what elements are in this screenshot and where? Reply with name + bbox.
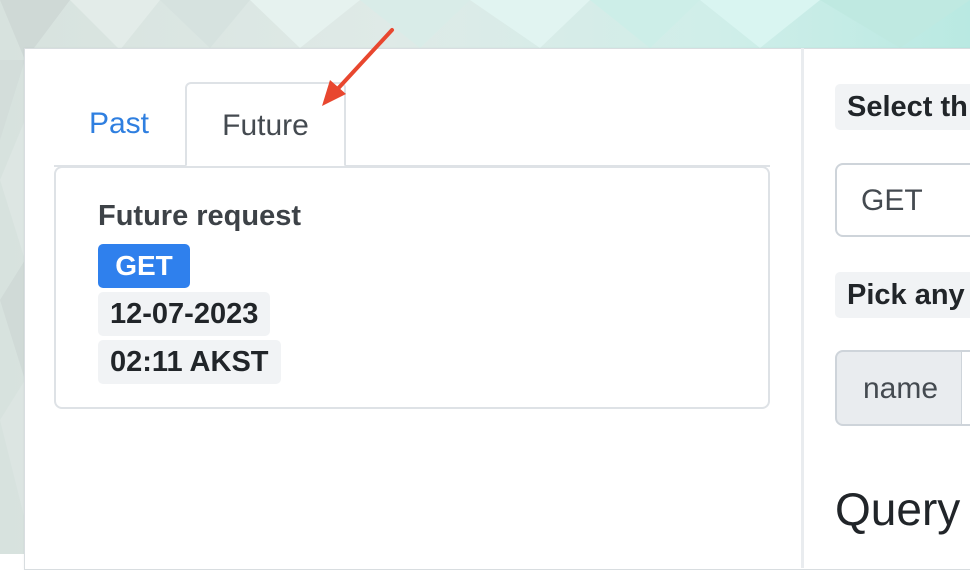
panel-divider [801,48,804,568]
future-request-card: Future request GET 12-07-2023 02:11 AKST [54,166,770,409]
name-addon: name [835,350,963,426]
method-badge: GET [98,244,190,288]
card-title: Future request [98,200,302,232]
request-time: 02:11 AKST [98,340,281,384]
request-tabs: Past Future [54,82,770,167]
tab-future[interactable]: Future [185,82,346,167]
method-select[interactable]: GET [835,163,970,237]
pick-param-label: Pick any [835,272,970,318]
name-input[interactable] [962,350,970,426]
request-date: 12-07-2023 [98,292,271,336]
tab-past[interactable]: Past [54,82,184,165]
query-heading: Query [835,483,961,535]
select-method-label: Select th [835,84,970,130]
